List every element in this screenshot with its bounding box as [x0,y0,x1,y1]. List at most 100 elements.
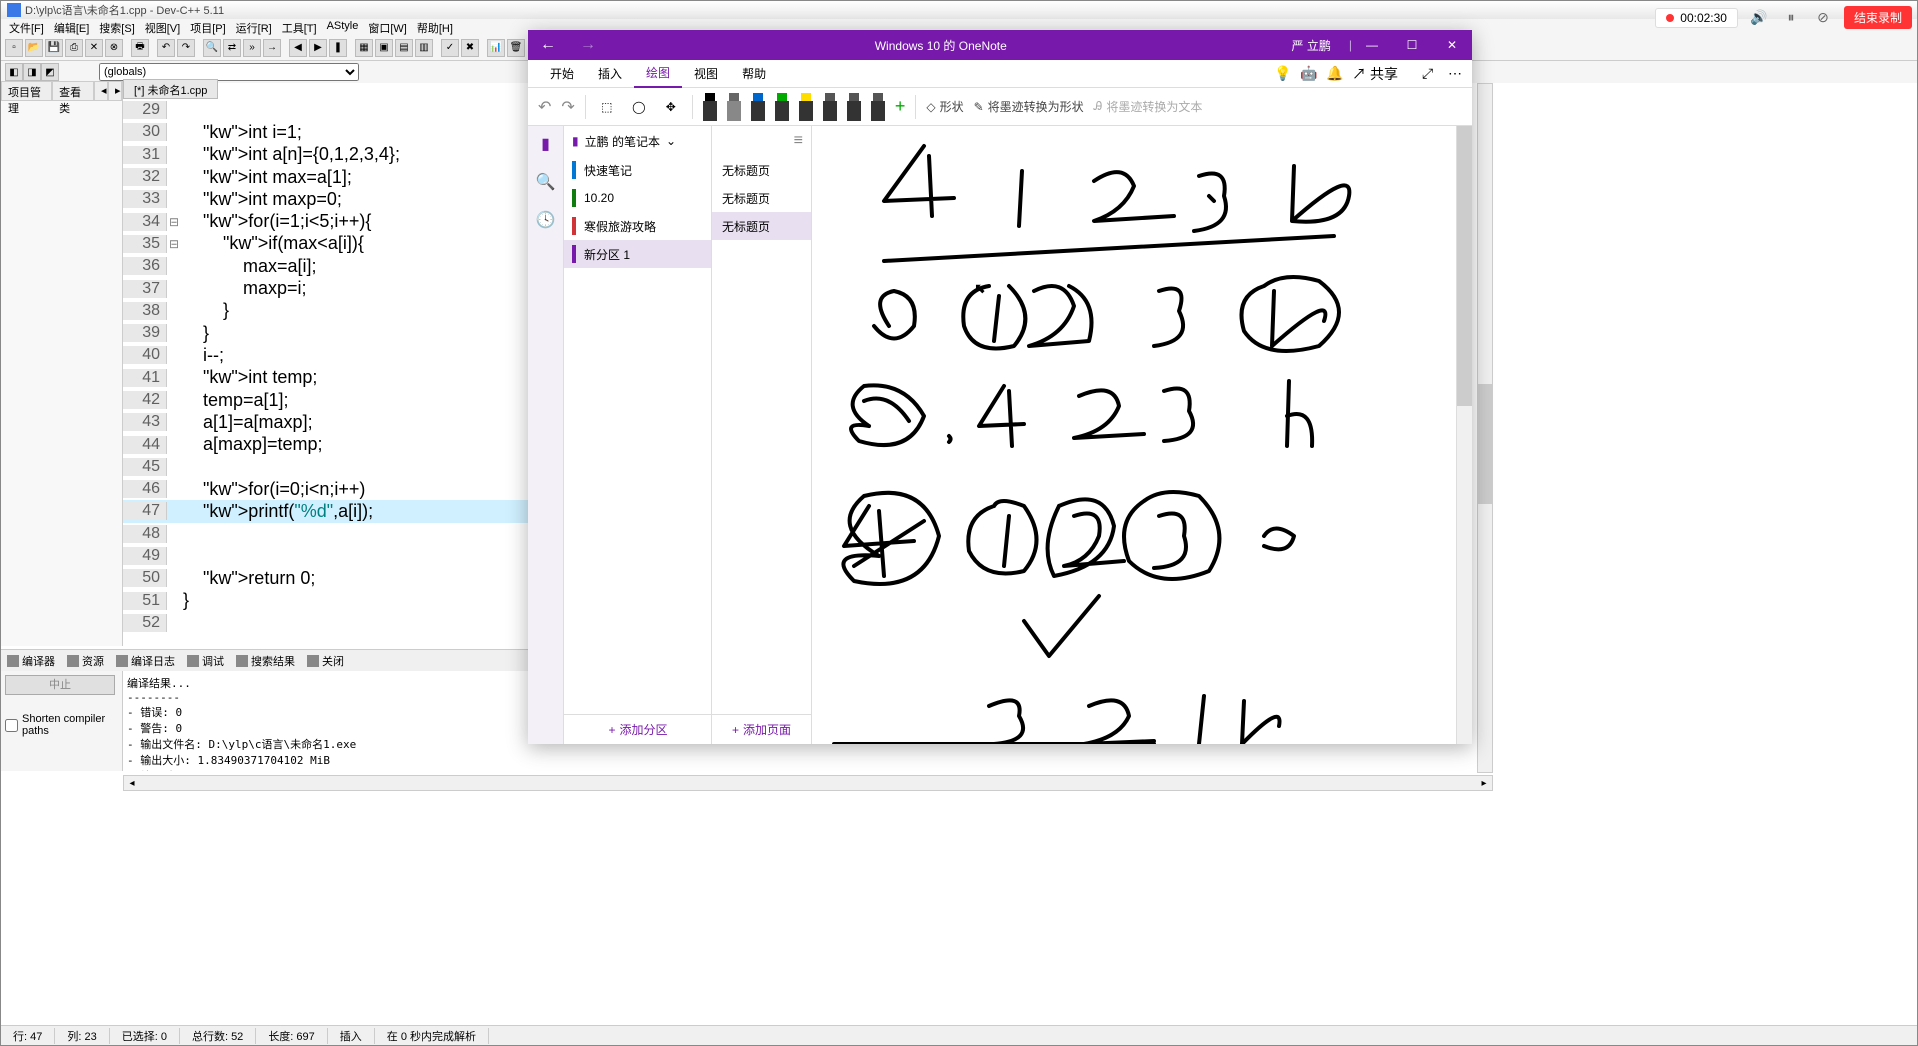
code-line[interactable]: 48 [123,523,528,545]
remove-button[interactable]: 🗑 [507,39,525,57]
tab-nav-left[interactable]: ◂ [94,81,108,101]
bottom-tab[interactable]: 编译器 [1,650,61,671]
shorten-paths-checkbox[interactable]: Shorten compiler paths [5,713,118,737]
canvas-vscrollbar[interactable] [1456,126,1472,744]
pen-dark1[interactable] [823,93,837,121]
tell-me-icon[interactable]: 💡 [1262,60,1288,87]
code-line[interactable]: 50 "kw">return 0; [123,567,528,589]
menu-item[interactable]: 工具[T] [278,19,321,35]
scroll-right-icon[interactable]: ▸ [1476,778,1492,789]
pan-tool[interactable]: ✥ [660,96,682,118]
help-icon[interactable]: 🤖 [1288,60,1314,87]
add-pen-button[interactable]: + [895,96,906,117]
maximize-button[interactable]: ☐ [1392,38,1432,52]
search-icon[interactable]: 🔍 [536,172,556,192]
code-line[interactable]: 40 i--; [123,344,528,366]
undo-button[interactable]: ↶ [157,39,175,57]
fullscreen-icon[interactable]: ⤢ [1410,60,1436,87]
redo-button[interactable]: ↷ [177,39,195,57]
pen-blue[interactable] [751,93,765,121]
page-item[interactable]: 无标题页 [712,212,811,240]
menu-item[interactable]: AStyle [323,19,363,35]
recent-icon[interactable]: 🕓 [536,210,556,230]
bottom-tab[interactable]: 搜索结果 [230,650,301,671]
pen-green[interactable] [775,93,789,121]
end-recording-button[interactable]: 结束录制 [1844,6,1912,29]
nav-back-button[interactable]: ◀ [289,39,307,57]
lasso-tool[interactable]: ◯ [628,96,650,118]
bottom-tab[interactable]: 关闭 [301,650,350,671]
code-line[interactable]: 51} [123,590,528,612]
toggle-button[interactable]: ◨ [23,63,41,81]
code-line[interactable]: 46 "kw">for(i=0;i<n;i++) [123,478,528,500]
section-item[interactable]: 10.20 [564,184,711,212]
editor-vscrollbar[interactable] [1477,83,1493,773]
code-line[interactable]: 41 "kw">int temp; [123,367,528,389]
compile-button[interactable]: ▦ [355,39,373,57]
compile-output[interactable]: 编译结果... -------- - 错误: 0 - 警告: 0 - 输出文件名… [123,671,528,771]
bookmark-button[interactable]: ❚ [329,39,347,57]
menu-item[interactable]: 运行[R] [232,19,276,35]
ribbon-tab[interactable]: 插入 [586,60,634,87]
notifications-icon[interactable]: 🔔 [1314,60,1340,87]
close-all-button[interactable]: ⊗ [105,39,123,57]
code-line[interactable]: 34⊟ "kw">for(i=1;i<5;i++){ [123,210,528,232]
profile-button[interactable]: 📊 [487,39,505,57]
menu-item[interactable]: 文件[F] [5,19,48,35]
ribbon-tab[interactable]: 帮助 [730,60,778,87]
tab-project[interactable]: 项目管理 [1,81,52,101]
redo-icon[interactable]: ↷ [561,97,574,117]
menu-item[interactable]: 项目[P] [186,19,229,35]
ribbon-tab[interactable]: 开始 [538,60,586,87]
scroll-left-icon[interactable]: ◂ [124,778,140,789]
menu-item[interactable]: 编辑[E] [50,19,93,35]
more-icon[interactable]: ⋯ [1436,60,1462,87]
section-item[interactable]: 寒假旅游攻略 [564,212,711,240]
open-button[interactable]: 📂 [25,39,43,57]
bottom-tab[interactable]: 编译日志 [110,650,181,671]
tab-nav-right[interactable]: ▸ [108,81,122,101]
highlighter-yellow[interactable] [799,93,813,121]
find-next-button[interactable]: » [243,39,261,57]
replace-button[interactable]: ⇄ [223,39,241,57]
bottom-tab[interactable]: 资源 [61,650,110,671]
code-editor[interactable]: 2930 "kw">int i=1;31 "kw">int a[n]={0,1,… [123,99,528,647]
shorten-checkbox-input[interactable] [5,719,18,732]
save-all-button[interactable]: ⎙ [65,39,83,57]
ink-canvas[interactable] [812,126,1456,744]
ink-to-shape-button[interactable]: ✎ 将墨迹转换为形状 [974,98,1084,115]
code-line[interactable]: 33 "kw">int maxp=0; [123,188,528,210]
section-item[interactable]: 新分区 1 [564,240,711,268]
pen-dark3[interactable] [871,93,885,121]
ribbon-tab[interactable]: 绘图 [634,59,682,88]
code-line[interactable]: 43 a[1]=a[maxp]; [123,411,528,433]
ribbon-tab[interactable]: 视图 [682,60,730,87]
save-button[interactable]: 💾 [45,39,63,57]
code-line[interactable]: 38 } [123,300,528,322]
minimize-button[interactable]: — [1352,38,1392,52]
page-item[interactable]: 无标题页 [712,184,811,212]
find-button[interactable]: 🔍 [203,39,221,57]
back-button[interactable]: ← [528,36,568,54]
code-line[interactable]: 29 [123,99,528,121]
editor-hscrollbar[interactable]: ◂ ▸ [123,775,1493,791]
pause-icon[interactable]: ⏸ [1780,7,1802,29]
print-button[interactable]: 🖶 [131,39,149,57]
code-line[interactable]: 45 [123,456,528,478]
page-item[interactable]: 无标题页 [712,156,811,184]
code-line[interactable]: 37 maxp=i; [123,277,528,299]
add-section-button[interactable]: + 添加分区 [564,714,712,744]
code-line[interactable]: 52 [123,612,528,634]
forward-button[interactable]: → [568,36,608,54]
editor-file-tab[interactable]: [*] 未命名1.cpp [123,79,218,99]
goto2-button[interactable]: ◩ [41,63,59,81]
notebook-icon[interactable]: ▮ [541,134,550,154]
close-button[interactable]: ✕ [85,39,103,57]
pen-black[interactable] [703,93,717,121]
nav-fwd-button[interactable]: ▶ [309,39,327,57]
pen-dark2[interactable] [847,93,861,121]
close-window-button[interactable]: ✕ [1432,38,1472,52]
pen-gray[interactable] [727,93,741,121]
code-line[interactable]: 30 "kw">int i=1; [123,121,528,143]
code-line[interactable]: 47 "kw">printf("%d",a[i]); [123,500,528,522]
